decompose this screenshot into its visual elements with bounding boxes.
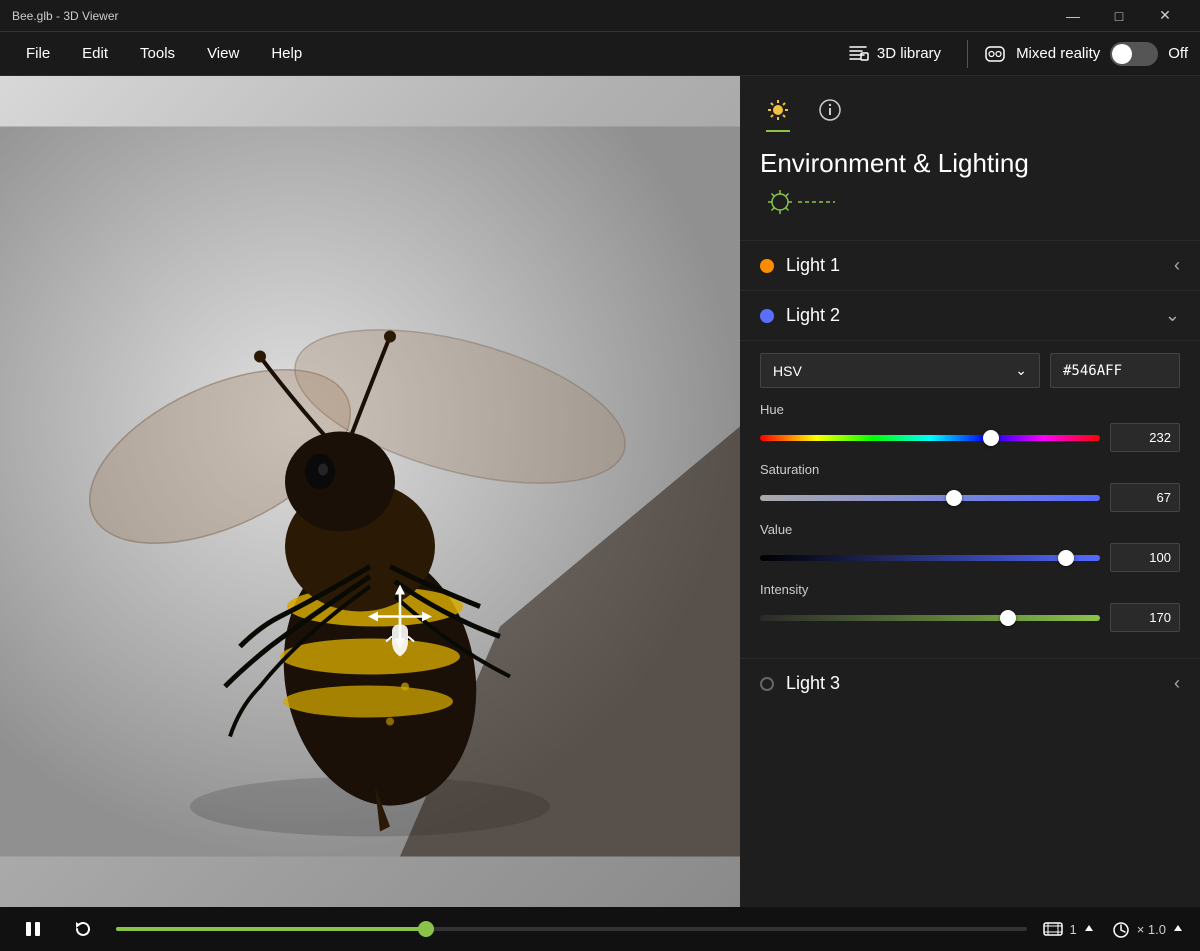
frames-icon xyxy=(1043,920,1063,938)
value-label: Value xyxy=(760,522,1180,537)
speed-control[interactable]: × 1.0 xyxy=(1111,920,1184,938)
menu-tools[interactable]: Tools xyxy=(126,39,189,68)
playback-progress xyxy=(116,927,426,931)
light-1-dot xyxy=(760,259,774,273)
light-2-chevron: ⌄ xyxy=(1165,305,1180,326)
menu-help[interactable]: Help xyxy=(257,39,316,68)
animation-indicator xyxy=(760,187,840,217)
intensity-value-box[interactable]: 170 xyxy=(1110,603,1180,632)
frame-label: 1 xyxy=(1069,922,1076,937)
color-picker-row: HSV ⌄ xyxy=(760,353,1180,388)
panel-header-icons xyxy=(740,76,1200,136)
hue-value-box[interactable]: 232 xyxy=(1110,423,1180,452)
value-value-box[interactable]: 100 xyxy=(1110,543,1180,572)
library-icon xyxy=(847,43,869,65)
hue-slider-thumb[interactable] xyxy=(983,430,999,446)
info-icon xyxy=(818,98,842,122)
light-1-label: Light 1 xyxy=(786,255,840,276)
lighting-tab-button[interactable] xyxy=(760,92,796,128)
light-3-left: Light 3 xyxy=(760,673,840,694)
hue-label: Hue xyxy=(760,402,1180,417)
bottom-toolbar: 1 × 1.0 xyxy=(0,907,1200,951)
hue-slider-container: 232 xyxy=(760,423,1180,452)
dropdown-chevron-icon: ⌄ xyxy=(1015,362,1027,379)
window-title: Bee.glb - 3D Viewer xyxy=(12,9,119,23)
hex-color-input[interactable] xyxy=(1050,353,1180,388)
maximize-button[interactable]: □ xyxy=(1096,0,1142,32)
mixed-reality-label: Mixed reality xyxy=(1016,45,1100,62)
value-slider-row: Value 100 xyxy=(760,522,1180,572)
intensity-slider-thumb[interactable] xyxy=(1000,610,1016,626)
info-tab-button[interactable] xyxy=(812,92,848,128)
light-1-item[interactable]: Light 1 ‹ xyxy=(740,240,1200,290)
light-2-left: Light 2 xyxy=(760,305,840,326)
main-content: Environment & Lighting Light 1 xyxy=(0,76,1200,907)
mixed-reality-toggle[interactable] xyxy=(1110,42,1158,66)
color-mode-dropdown[interactable]: HSV ⌄ xyxy=(760,353,1040,388)
mixed-reality-state: Off xyxy=(1168,45,1188,62)
hue-slider-track[interactable] xyxy=(760,435,1100,441)
value-slider-container: 100 xyxy=(760,543,1180,572)
intensity-slider-track[interactable] xyxy=(760,615,1100,621)
speed-icon xyxy=(1111,920,1131,938)
hue-slider-row: Hue 232 xyxy=(760,402,1180,452)
light-2-item[interactable]: Light 2 ⌄ xyxy=(740,290,1200,340)
library-label: 3D library xyxy=(877,45,941,62)
intensity-label: Intensity xyxy=(760,582,1180,597)
reset-button[interactable] xyxy=(66,916,100,942)
playback-bar[interactable] xyxy=(116,927,1027,931)
menu-edit[interactable]: Edit xyxy=(68,39,122,68)
animation-icon xyxy=(740,187,1200,240)
pause-button[interactable] xyxy=(16,916,50,942)
mixed-reality-icon xyxy=(984,43,1006,65)
viewer-panel[interactable] xyxy=(0,76,740,907)
bee-model xyxy=(0,76,740,907)
saturation-slider-thumb[interactable] xyxy=(946,490,962,506)
close-button[interactable]: ✕ xyxy=(1142,0,1188,32)
color-mode-value: HSV xyxy=(773,363,802,379)
menu-items: File Edit Tools View Help xyxy=(12,39,837,68)
light-1-chevron: ‹ xyxy=(1174,255,1180,276)
speed-chevron-up-icon xyxy=(1172,923,1184,935)
speed-label: × 1.0 xyxy=(1137,922,1166,937)
sun-icon xyxy=(766,98,790,122)
frame-chevron-up-icon xyxy=(1083,923,1095,935)
minimize-button[interactable]: — xyxy=(1050,0,1096,32)
light-1-left: Light 1 xyxy=(760,255,840,276)
value-slider-track[interactable] xyxy=(760,555,1100,561)
light-2-expanded: HSV ⌄ Hue 232 Saturation xyxy=(740,340,1200,658)
frame-control[interactable]: 1 xyxy=(1043,920,1094,938)
saturation-slider-track[interactable] xyxy=(760,495,1100,501)
saturation-value-box[interactable]: 67 xyxy=(1110,483,1180,512)
title-bar: Bee.glb - 3D Viewer — □ ✕ xyxy=(0,0,1200,32)
light-3-dot xyxy=(760,677,774,691)
menu-divider xyxy=(967,40,968,68)
saturation-label: Saturation xyxy=(760,462,1180,477)
light-2-dot xyxy=(760,309,774,323)
light-3-item[interactable]: Light 3 ‹ xyxy=(740,658,1200,708)
bottom-right-controls: 1 × 1.0 xyxy=(1043,920,1184,938)
reset-icon xyxy=(74,920,92,938)
light-2-label: Light 2 xyxy=(786,305,840,326)
light-3-label: Light 3 xyxy=(786,673,840,694)
menu-bar: File Edit Tools View Help 3D library Mix… xyxy=(0,32,1200,76)
menu-file[interactable]: File xyxy=(12,39,64,68)
intensity-slider-row: Intensity 170 xyxy=(760,582,1180,632)
menu-view[interactable]: View xyxy=(193,39,253,68)
toggle-knob xyxy=(1112,44,1132,64)
library-button[interactable]: 3D library xyxy=(837,39,951,69)
saturation-slider-row: Saturation 67 xyxy=(760,462,1180,512)
light-3-chevron: ‹ xyxy=(1174,673,1180,694)
menu-right: 3D library Mixed reality Off xyxy=(837,39,1188,69)
pause-icon xyxy=(24,920,42,938)
playback-thumb[interactable] xyxy=(418,921,434,937)
intensity-slider-container: 170 xyxy=(760,603,1180,632)
saturation-slider-container: 67 xyxy=(760,483,1180,512)
window-controls: — □ ✕ xyxy=(1050,0,1188,32)
section-title: Environment & Lighting xyxy=(740,136,1200,187)
right-panel: Environment & Lighting Light 1 xyxy=(740,76,1200,907)
mixed-reality-section: Mixed reality Off xyxy=(984,42,1188,66)
value-slider-thumb[interactable] xyxy=(1058,550,1074,566)
